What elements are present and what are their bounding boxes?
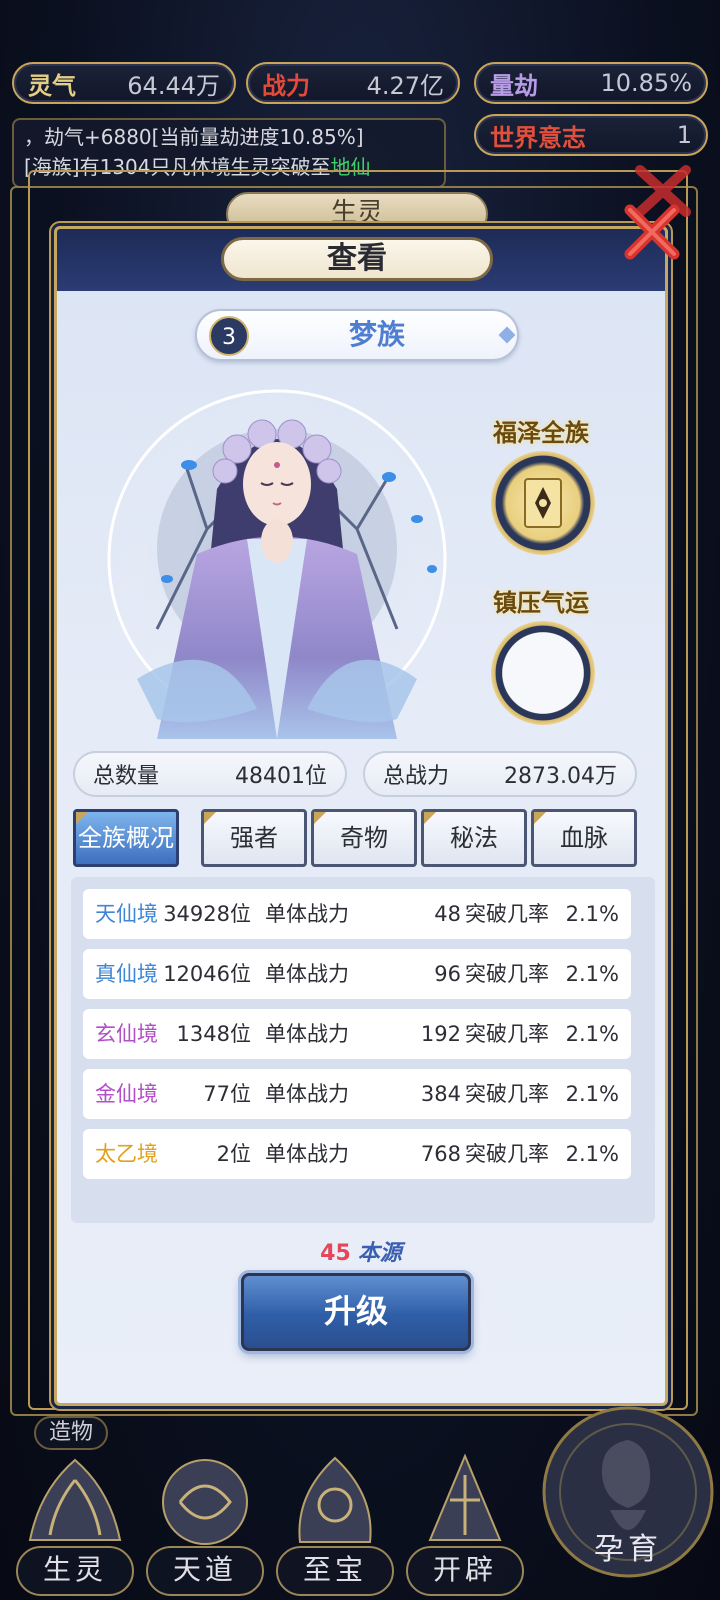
detail-tabs: 全族概况 强者 奇物 秘法 血脉 [73, 809, 653, 867]
liangjie-display[interactable]: 量劫 10.85% [474, 62, 708, 104]
realm-count: 2位 [216, 1142, 251, 1166]
scroll-icon [524, 478, 562, 528]
breakthrough-label: 突破几率 [465, 1082, 549, 1106]
swirl-emblem-icon [162, 1459, 248, 1545]
realm-name: 天仙境 [95, 902, 158, 926]
nav-label: 生灵 [16, 1546, 134, 1596]
tribe-detail-panel: 查看 3 梦族 福泽全族 镇压气运 总数量 48401位 总战力 2873.04… [54, 226, 668, 1406]
power-label: 单体战力 [265, 1022, 349, 1046]
tab-strong[interactable]: 强者 [201, 809, 307, 867]
tribe-portrait [107, 389, 447, 739]
tab-overview[interactable]: 全族概况 [73, 809, 179, 867]
nav-zhibao[interactable]: 至宝 [276, 1450, 394, 1598]
treasure-emblem-icon [298, 1456, 372, 1543]
nav-tiandao[interactable]: 天道 [146, 1450, 264, 1598]
blessing-label: 福泽全族 [493, 419, 589, 447]
nav-shengling[interactable]: 生灵 [16, 1450, 134, 1598]
realm-name: 金仙境 [95, 1082, 158, 1106]
total-count-value: 48401位 [235, 764, 327, 789]
suppress-luck-slot[interactable] [491, 621, 595, 725]
total-power-value: 2873.04万 [504, 764, 617, 789]
next-arrow-icon[interactable] [498, 326, 516, 344]
phoenix-emblem-icon [28, 1458, 122, 1541]
power-label: 单体战力 [265, 1082, 349, 1106]
suppress-luck-label: 镇压气运 [493, 589, 589, 617]
tab-bloodline[interactable]: 血脉 [531, 809, 637, 867]
breakthrough-label: 突破几率 [465, 962, 549, 986]
realm-count: 12046位 [163, 962, 251, 986]
total-power-label: 总战力 [383, 764, 450, 789]
power-value: 192 [420, 1022, 461, 1046]
axe-emblem-icon [428, 1453, 502, 1541]
liangjie-value: 10.85% [600, 69, 692, 97]
tab-treasures[interactable]: 奇物 [311, 809, 417, 867]
realm-name: 真仙境 [95, 962, 158, 986]
panel-title: 查看 [221, 237, 493, 281]
realm-count: 77位 [203, 1082, 251, 1106]
breakthrough-rate: 2.1% [565, 1022, 619, 1046]
power-value: 96 [434, 962, 461, 986]
upgrade-button[interactable]: 升级 [241, 1273, 471, 1351]
power-value: 384 [420, 1082, 461, 1106]
lingqi-value: 64.44万 [127, 71, 220, 100]
log-line: ，劫气+6880[当前量劫进度10.85%] [24, 125, 364, 149]
breakthrough-label: 突破几率 [465, 902, 549, 926]
close-icon[interactable] [620, 200, 684, 264]
total-count: 总数量 48401位 [73, 751, 347, 797]
table-row: 太乙境 2位 单体战力 768 突破几率 2.1% [83, 1129, 631, 1179]
power-label: 单体战力 [265, 962, 349, 986]
tribe-name: 梦族 [348, 318, 405, 351]
world-will-button[interactable]: 世界意志 1 [474, 114, 708, 156]
breakthrough-label: 突破几率 [465, 1142, 549, 1166]
zhanli-label: 战力 [262, 71, 310, 100]
realm-count: 34928位 [163, 902, 251, 926]
breakthrough-rate: 2.1% [565, 902, 619, 926]
power-value: 48 [434, 902, 461, 926]
nav-nurture[interactable]: 孕育 [540, 1400, 716, 1596]
zhanli-value: 4.27亿 [366, 71, 444, 100]
total-power: 总战力 2873.04万 [363, 751, 637, 797]
power-label: 单体战力 [265, 902, 349, 926]
source-cost: 45 本源 [57, 1235, 665, 1267]
realm-table: 天仙境 34928位 单体战力 48 突破几率 2.1% 真仙境 12046位 … [71, 877, 655, 1223]
nav-label: 孕育 [594, 1532, 662, 1567]
zhanli-display: 战力 4.27亿 [246, 62, 460, 104]
source-amount: 45 [320, 1241, 351, 1266]
lingqi-display: 灵气 64.44万 [12, 62, 236, 104]
nav-label: 开辟 [406, 1546, 524, 1596]
source-label: 本源 [357, 1241, 402, 1266]
world-will-value: 1 [676, 121, 692, 149]
breakthrough-rate: 2.1% [565, 962, 619, 986]
creation-button[interactable]: 造物 [34, 1416, 108, 1450]
nav-kaipi[interactable]: 开辟 [406, 1450, 524, 1598]
world-will-label: 世界意志 [490, 123, 586, 152]
realm-name: 玄仙境 [95, 1022, 158, 1046]
breakthrough-label: 突破几率 [465, 1022, 549, 1046]
power-value: 768 [420, 1142, 461, 1166]
breakthrough-rate: 2.1% [565, 1082, 619, 1106]
power-label: 单体战力 [265, 1142, 349, 1166]
tribe-level-badge: 3 [209, 316, 249, 356]
table-row: 金仙境 77位 单体战力 384 突破几率 2.1% [83, 1069, 631, 1119]
nav-label: 天道 [146, 1546, 264, 1596]
realm-name: 太乙境 [95, 1142, 158, 1166]
tribe-selector[interactable]: 3 梦族 [195, 309, 519, 361]
table-row: 玄仙境 1348位 单体战力 192 突破几率 2.1% [83, 1009, 631, 1059]
breakthrough-rate: 2.1% [565, 1142, 619, 1166]
nav-label: 至宝 [276, 1546, 394, 1596]
tab-secret-arts[interactable]: 秘法 [421, 809, 527, 867]
liangjie-label: 量劫 [490, 71, 538, 100]
table-row: 天仙境 34928位 单体战力 48 突破几率 2.1% [83, 889, 631, 939]
realm-count: 1348位 [176, 1022, 251, 1046]
table-row: 真仙境 12046位 单体战力 96 突破几率 2.1% [83, 949, 631, 999]
total-count-label: 总数量 [93, 764, 160, 789]
blessing-slot[interactable] [491, 451, 595, 555]
lingqi-label: 灵气 [28, 71, 76, 100]
